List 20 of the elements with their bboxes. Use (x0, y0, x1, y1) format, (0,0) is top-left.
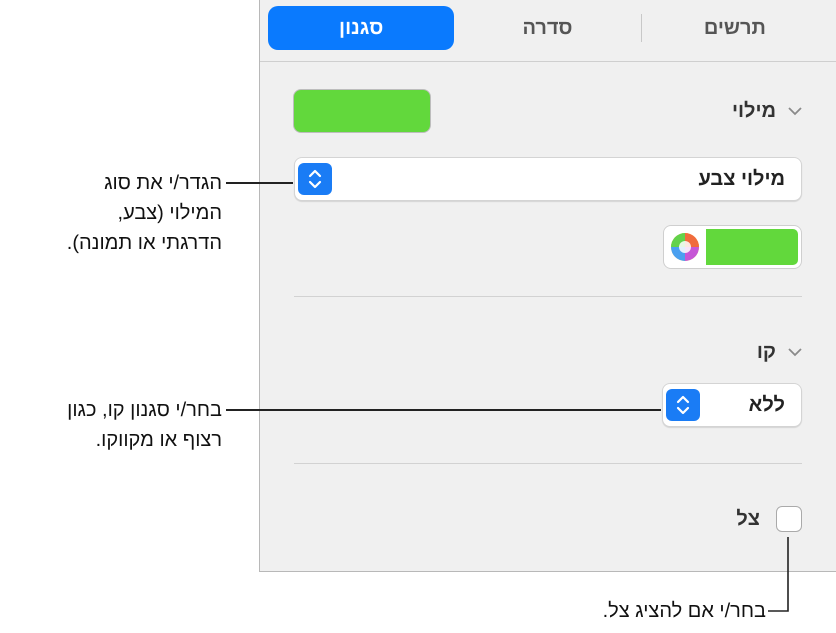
callout-text: בחר/י אם להציג צל. (602, 599, 766, 624)
checkbox-label: צל (736, 508, 760, 530)
tab[interactable]: סגנון (268, 6, 454, 50)
chevron-icon[interactable] (788, 106, 802, 116)
line-style-popup[interactable]: ללא (662, 383, 802, 427)
section-label: קו (756, 340, 776, 364)
color-swatch[interactable] (293, 89, 431, 133)
callout-text: הגדר/י את סוג המילוי (צבע, הדרגתי או תמונה). (66, 171, 222, 256)
callout-text: בחר/י סגנון קו, כגון רצוף או מקווקו. (67, 398, 222, 453)
tab[interactable]: סדרה (454, 6, 641, 50)
chevron-icon[interactable] (788, 348, 802, 356)
section-label: מילוי (732, 100, 776, 122)
stepper-icon (666, 389, 700, 421)
tab[interactable]: תרשים (642, 6, 828, 50)
stepper-icon (298, 163, 332, 195)
color-wheel-icon (670, 232, 700, 262)
color-well[interactable] (663, 225, 802, 269)
checkbox[interactable] (776, 506, 802, 532)
leader-line (226, 182, 293, 184)
fill-type-popup[interactable]: מילוי צבע (294, 157, 802, 201)
